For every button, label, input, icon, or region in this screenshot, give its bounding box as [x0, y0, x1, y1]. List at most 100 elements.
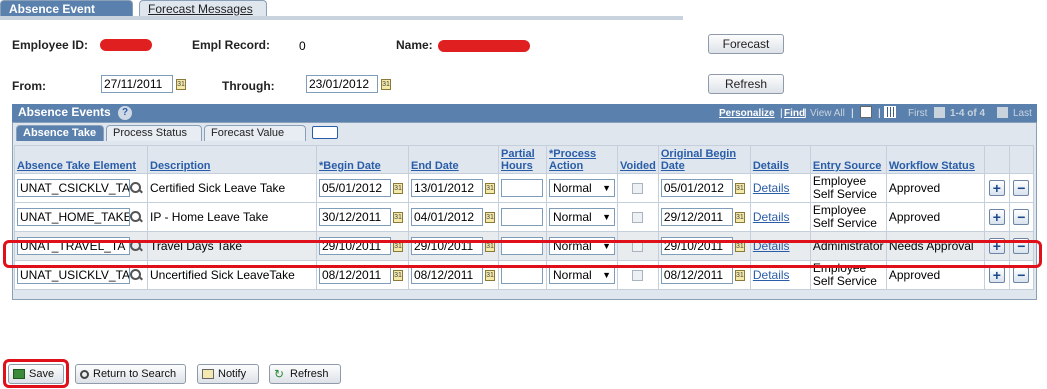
calendar-icon[interactable]: 31: [393, 182, 403, 194]
end-date-input[interactable]: 08/12/2011: [411, 266, 483, 284]
description-cell: IP - Home Leave Take: [147, 202, 317, 232]
partial-hours-input[interactable]: [501, 179, 543, 197]
process-action-select[interactable]: Normal: [549, 179, 615, 197]
col-partial-hours[interactable]: Partial Hours: [498, 145, 547, 174]
through-calendar-icon[interactable]: 31: [381, 79, 391, 90]
element-input[interactable]: UNAT_USICKLV_TA: [17, 266, 130, 284]
notify-button[interactable]: Notify: [197, 364, 259, 384]
empl-record-label: Empl Record:: [192, 38, 271, 52]
col-voided[interactable]: Voided: [617, 145, 659, 174]
begin-date-input[interactable]: 08/12/2011: [319, 266, 391, 284]
prev-arrow-icon[interactable]: [934, 107, 945, 118]
table-row: UNAT_HOME_TAKE IP - Home Leave Take 30/1…: [14, 202, 1034, 232]
row-highlight: [3, 240, 1042, 268]
from-label: From:: [12, 79, 46, 93]
voided-checkbox[interactable]: [632, 212, 644, 224]
calendar-icon[interactable]: 31: [485, 211, 495, 223]
next-arrow-icon[interactable]: [997, 107, 1008, 118]
voided-checkbox[interactable]: [632, 270, 644, 282]
col-begin-date[interactable]: *Begin Date: [316, 145, 409, 174]
details-link[interactable]: Details: [753, 210, 790, 224]
workflow-status-cell: Approved: [885, 173, 985, 203]
entry-source-cell: Employee Self Service: [809, 202, 887, 232]
calendar-icon[interactable]: 31: [393, 211, 403, 223]
calendar-icon[interactable]: 31: [485, 182, 495, 194]
subtab-process-status[interactable]: Process Status: [106, 125, 202, 141]
process-action-select[interactable]: Normal: [549, 208, 615, 226]
process-action-select[interactable]: Normal: [549, 266, 615, 284]
details-link[interactable]: Details: [753, 181, 790, 195]
lookup-icon[interactable]: [130, 182, 142, 194]
absence-table: Absence Take Element Description *Begin …: [14, 145, 1034, 290]
return-to-search-button[interactable]: Return to Search: [75, 364, 186, 384]
name-label: Name:: [396, 38, 433, 52]
name-redacted: [438, 40, 530, 52]
original-begin-input[interactable]: 08/12/2011: [660, 266, 733, 284]
col-absence-take-element[interactable]: Absence Take Element: [14, 145, 148, 174]
begin-date-input[interactable]: 05/01/2012: [319, 179, 391, 197]
return-search-icon: [80, 369, 89, 379]
tab-underline: [0, 16, 683, 20]
col-description[interactable]: Description: [147, 145, 317, 174]
employee-id-redacted: [100, 39, 152, 51]
last-link[interactable]: Last: [1013, 108, 1032, 119]
from-date-input[interactable]: 27/11/2011: [101, 75, 173, 93]
end-date-input[interactable]: 13/01/2012: [411, 179, 483, 197]
save-button[interactable]: Save: [8, 364, 64, 384]
show-all-columns-icon[interactable]: [312, 126, 338, 139]
calendar-icon[interactable]: 31: [734, 269, 745, 281]
voided-checkbox[interactable]: [632, 183, 644, 195]
col-details[interactable]: Details: [749, 145, 811, 174]
partial-hours-input[interactable]: [501, 266, 543, 284]
delete-row-icon[interactable]: −: [1013, 267, 1030, 283]
refresh-button-top[interactable]: Refresh: [708, 74, 784, 94]
from-calendar-icon[interactable]: 31: [176, 79, 186, 90]
refresh-button-bottom[interactable]: ↻ Refresh: [269, 364, 341, 384]
calendar-icon[interactable]: 31: [393, 269, 403, 281]
employee-id-label: Employee ID:: [12, 38, 89, 52]
view-all-link[interactable]: View All: [810, 108, 845, 119]
col-workflow-status[interactable]: Workflow Status: [885, 145, 985, 174]
forecast-button[interactable]: Forecast: [708, 34, 784, 54]
save-label: Save: [29, 368, 55, 380]
find-link[interactable]: Find: [784, 108, 805, 119]
add-row-icon[interactable]: +: [988, 209, 1005, 225]
download-icon[interactable]: [860, 106, 872, 118]
lookup-icon[interactable]: [130, 211, 142, 223]
delete-row-icon[interactable]: −: [1013, 180, 1030, 196]
end-date-input[interactable]: 04/01/2012: [411, 208, 483, 226]
calendar-icon[interactable]: 31: [734, 211, 745, 223]
tab-absence-event-entry[interactable]: Absence Event Entry: [0, 0, 133, 32]
calendar-icon[interactable]: 31: [485, 269, 495, 281]
through-date-input[interactable]: 23/01/2012: [306, 75, 378, 93]
notify-label: Notify: [218, 368, 247, 380]
col-original-begin-date[interactable]: Original Begin Date: [657, 145, 751, 174]
add-row-icon[interactable]: +: [988, 180, 1005, 196]
calendar-icon[interactable]: 31: [734, 182, 745, 194]
add-row-icon[interactable]: +: [988, 267, 1005, 283]
partial-hours-input[interactable]: [501, 208, 543, 226]
personalize-link[interactable]: Personalize: [719, 108, 775, 119]
help-icon[interactable]: ?: [118, 106, 132, 120]
original-begin-input[interactable]: 29/12/2011: [660, 208, 733, 226]
begin-date-input[interactable]: 30/12/2011: [319, 208, 391, 226]
col-entry-source[interactable]: Entry Source: [809, 145, 887, 174]
first-link[interactable]: First: [908, 108, 927, 119]
element-input[interactable]: UNAT_HOME_TAKE: [17, 208, 130, 226]
delete-row-icon[interactable]: −: [1013, 209, 1030, 225]
original-begin-input[interactable]: 05/01/2012: [660, 179, 733, 197]
save-icon: [13, 369, 25, 380]
tab-forecast-messages[interactable]: Forecast Messages: [139, 0, 267, 17]
col-process-action[interactable]: *Process Action: [546, 145, 618, 174]
subtab-absence-take[interactable]: Absence Take: [16, 125, 104, 141]
grid-view-icon[interactable]: [884, 106, 896, 118]
refresh-icon: ↻: [274, 367, 285, 382]
table-row: UNAT_CSICKLV_TA Certified Sick Leave Tak…: [14, 173, 1034, 203]
details-link[interactable]: Details: [753, 268, 790, 282]
refresh-label: Refresh: [290, 368, 329, 380]
notify-icon: [202, 369, 214, 380]
subtab-forecast-value[interactable]: Forecast Value: [204, 125, 306, 141]
lookup-icon[interactable]: [130, 269, 142, 281]
col-end-date[interactable]: End Date: [408, 145, 499, 174]
element-input[interactable]: UNAT_CSICKLV_TA: [17, 179, 130, 197]
